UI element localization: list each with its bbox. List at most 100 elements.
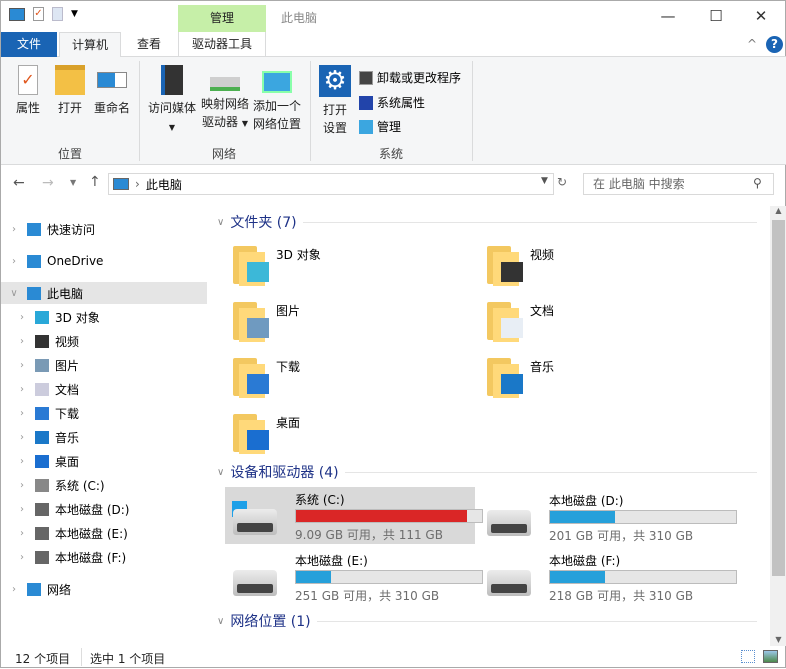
sidebar-item-pictures[interactable]: › 图片 — [1, 354, 207, 376]
sidebar-item-drive-c[interactable]: › 系统 (C:) — [1, 474, 207, 496]
downloads-icon — [35, 406, 49, 420]
open-button[interactable]: 打开 — [53, 65, 87, 117]
sidebar-item-drive-e[interactable]: › 本地磁盘 (E:) — [1, 522, 207, 544]
media-server-icon — [161, 65, 183, 95]
folder-item[interactable]: 图片 — [231, 296, 471, 348]
back-button[interactable]: ← — [13, 175, 25, 191]
settings-gear-icon: ⚙ — [319, 65, 351, 97]
sidebar-item-downloads[interactable]: › 下载 — [1, 402, 207, 424]
system-properties-button[interactable]: 系统属性 — [359, 94, 425, 111]
folder-icon — [485, 358, 523, 398]
maximize-button[interactable]: ☐ — [701, 5, 731, 27]
uninstall-program-button[interactable]: 卸载或更改程序 — [359, 69, 461, 86]
pictures-icon — [35, 358, 49, 372]
expand-chevron-icon[interactable]: › — [15, 312, 29, 323]
drive-item[interactable]: 本地磁盘 (F:) 218 GB 可用，共 310 GB — [479, 548, 737, 604]
drive-item[interactable]: 本地磁盘 (D:) 201 GB 可用，共 310 GB — [479, 488, 737, 544]
help-icon[interactable]: ? — [766, 36, 783, 53]
sidebar-item-videos[interactable]: › 视频 — [1, 330, 207, 352]
details-view-button[interactable] — [741, 650, 755, 663]
address-dropdown-icon[interactable]: ▼ — [541, 176, 548, 186]
manage-contextual-tab[interactable]: 管理 — [178, 5, 266, 32]
minimize-button[interactable]: — — [653, 5, 683, 27]
navigation-pane: › 快速访问 › OneDrive ∨ 此电脑 › 3D 对象 › 视频 › 图片 › 文档 › 下载 › 音乐 ›… — [1, 206, 207, 646]
ribbon: ✓ 属性 打开 重命名 位置 访问媒体 ▼ 映射网络 驱动器 ▼ 添加一个 网络位置 … — [1, 57, 786, 165]
drive-item[interactable]: 系统 (C:) 9.09 GB 可用，共 111 GB — [225, 487, 483, 544]
forward-button[interactable]: → — [42, 175, 54, 191]
tab-computer[interactable]: 计算机 — [59, 32, 121, 58]
collapse-ribbon-icon[interactable]: ^ — [747, 37, 757, 51]
drive-item[interactable]: 本地磁盘 (E:) 251 GB 可用，共 310 GB — [225, 548, 483, 604]
onedrive-icon — [27, 254, 41, 268]
folder-item[interactable]: 文档 — [485, 296, 725, 348]
folder-item[interactable]: 桌面 — [231, 408, 471, 460]
scrollbar-thumb[interactable] — [772, 220, 785, 576]
expand-chevron-icon[interactable]: › — [15, 528, 29, 539]
search-input[interactable]: 在 此电脑 中搜索 — [583, 173, 774, 195]
rename-button[interactable]: 重命名 — [91, 65, 133, 117]
sidebar-item-music[interactable]: › 音乐 — [1, 426, 207, 448]
expand-chevron-icon[interactable]: › — [15, 360, 29, 371]
map-network-drive-button[interactable]: 映射网络 驱动器 ▼ — [199, 65, 251, 133]
recent-locations-button[interactable]: ▼ — [70, 178, 76, 187]
customize-quick-access-icon[interactable]: ▼ — [71, 9, 78, 19]
sidebar-item-desktop[interactable]: › 桌面 — [1, 450, 207, 472]
open-settings-button[interactable]: ⚙ 打开 设置 — [317, 65, 353, 137]
search-icon: ⚲ — [753, 176, 762, 190]
properties-quick-icon[interactable]: ✓ — [33, 7, 44, 21]
expand-chevron-icon[interactable]: › — [15, 336, 29, 347]
expand-chevron-icon[interactable]: › — [15, 456, 29, 467]
close-button[interactable]: ✕ — [746, 5, 776, 27]
expand-chevron-icon[interactable]: › — [15, 408, 29, 419]
refresh-button[interactable]: ↻ — [557, 175, 567, 189]
content-pane: ∨ 文件夹 (7) 3D 对象 视频 图片 文档 下载 音乐 桌面 ∨ 设备和驱动器 (4) 系… — [211, 206, 770, 646]
section-folders[interactable]: ∨ 文件夹 (7) — [217, 212, 757, 232]
expand-chevron-icon[interactable]: ∨ — [7, 288, 21, 299]
expand-chevron-icon[interactable]: › — [15, 384, 29, 395]
expand-chevron-icon[interactable]: › — [15, 504, 29, 515]
quick-access-icon — [27, 222, 41, 236]
sidebar-item-documents[interactable]: › 文档 — [1, 378, 207, 400]
folder-icon — [485, 246, 523, 286]
expand-chevron-icon[interactable]: › — [15, 432, 29, 443]
section-network-locations[interactable]: ∨ 网络位置 (1) — [217, 611, 757, 631]
open-folder-icon — [55, 65, 85, 95]
folder-item[interactable]: 下载 — [231, 352, 471, 404]
computer-icon — [9, 7, 25, 21]
expand-chevron-icon[interactable]: › — [15, 552, 29, 563]
folder-item[interactable]: 视频 — [485, 240, 725, 292]
address-bar[interactable]: › 此电脑 — [108, 173, 554, 195]
folder-icon — [231, 246, 269, 286]
manage-button[interactable]: 管理 — [359, 118, 401, 135]
tab-drive-tools[interactable]: 驱动器工具 — [178, 32, 266, 57]
expand-chevron-icon[interactable]: › — [7, 256, 21, 267]
drive-e-icon — [35, 526, 49, 540]
access-media-button[interactable]: 访问媒体 ▼ — [144, 65, 200, 137]
sidebar-item-drive-f[interactable]: › 本地磁盘 (F:) — [1, 546, 207, 568]
tab-file[interactable]: 文件 — [1, 32, 57, 57]
sidebar-item-this-pc[interactable]: ∨ 此电脑 — [1, 282, 207, 304]
drive-c-icon — [35, 478, 49, 492]
group-label-system: 系统 — [378, 147, 403, 161]
expand-chevron-icon[interactable]: › — [15, 480, 29, 491]
network-location-icon — [262, 71, 292, 93]
drive-usage-bar — [295, 509, 483, 523]
sidebar-item-onedrive[interactable]: › OneDrive — [1, 250, 207, 272]
expand-chevron-icon[interactable]: › — [7, 224, 21, 235]
folder-item[interactable]: 音乐 — [485, 352, 725, 404]
add-network-location-button[interactable]: 添加一个 网络位置 — [251, 65, 303, 133]
sidebar-item-network[interactable]: › 网络 — [1, 578, 207, 600]
sidebar-item-3d-objects[interactable]: › 3D 对象 — [1, 306, 207, 328]
vertical-scrollbar[interactable]: ▲ ▼ — [770, 206, 786, 646]
sidebar-item-quick-access[interactable]: › 快速访问 — [1, 218, 207, 240]
new-folder-quick-icon[interactable] — [52, 7, 63, 21]
up-button[interactable]: ↑ — [89, 174, 101, 190]
expand-chevron-icon[interactable]: › — [7, 584, 21, 595]
section-drives[interactable]: ∨ 设备和驱动器 (4) — [217, 462, 757, 482]
large-icons-view-button[interactable] — [763, 650, 778, 663]
folder-item[interactable]: 3D 对象 — [231, 240, 471, 292]
properties-button[interactable]: ✓ 属性 — [11, 65, 45, 117]
tab-view[interactable]: 查看 — [123, 32, 175, 57]
sidebar-item-drive-d[interactable]: › 本地磁盘 (D:) — [1, 498, 207, 520]
address-path[interactable]: 此电脑 — [146, 176, 182, 193]
